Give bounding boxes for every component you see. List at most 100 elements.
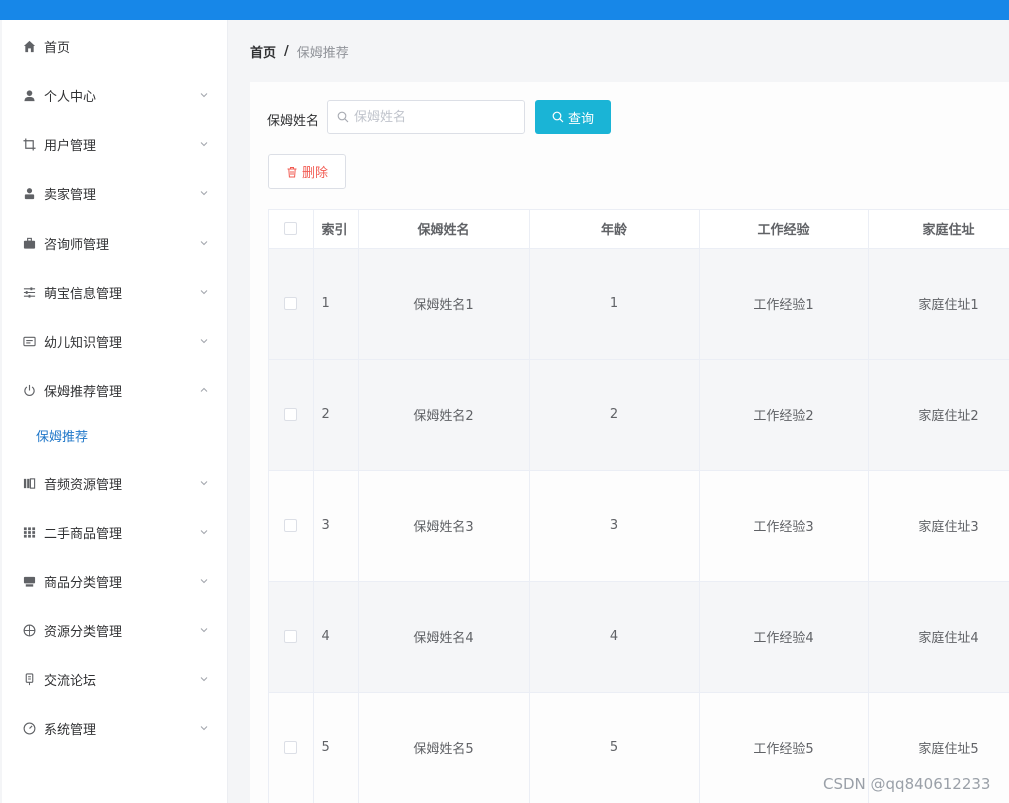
cell-age: 1: [529, 248, 700, 360]
sidebar-item-audio-resource-management[interactable]: 音频资源管理: [2, 463, 228, 503]
sidebar-subitem-label: 保姆推荐: [36, 429, 89, 445]
chevron-down-icon: [200, 142, 208, 147]
search-label: 保姆姓名: [267, 114, 320, 129]
cell-name: 保姆姓名4: [358, 581, 530, 693]
sidebar-item-label: 资源分类管理: [44, 624, 123, 640]
sidebar-item-forum[interactable]: 交流论坛: [2, 659, 228, 699]
cell-age: 4: [529, 581, 700, 693]
sidebar-item-label: 用户管理: [44, 138, 97, 154]
row-checkbox[interactable]: [284, 741, 298, 754]
chevron-down-icon: [200, 290, 208, 295]
row-checkbox[interactable]: [284, 408, 298, 421]
forum-icon: [22, 672, 36, 686]
delete-button[interactable]: 删除: [268, 154, 346, 189]
grid-icon: [22, 525, 36, 539]
cell-index: 4: [313, 581, 359, 693]
sidebar-item-counselor-management[interactable]: 咨询师管理: [2, 223, 228, 263]
sidebar-item-label: 保姆推荐管理: [44, 384, 123, 400]
query-button-label: 查询: [567, 111, 594, 127]
cell-index: 3: [313, 470, 359, 582]
row-select-cell[interactable]: [269, 692, 314, 803]
column-header-address: 家庭住址: [868, 210, 1009, 249]
table-row[interactable]: 3 保姆姓名3 3 工作经验3 家庭住址3: [269, 470, 1009, 582]
chevron-down-icon: [200, 339, 208, 344]
sidebar-item-label: 卖家管理: [44, 187, 97, 203]
chevron-down-icon: [200, 481, 208, 486]
table-row[interactable]: 4 保姆姓名4 4 工作经验4 家庭住址4: [269, 581, 1009, 693]
select-all-cell[interactable]: [269, 210, 314, 249]
sidebar-item-personal-center[interactable]: 个人中心: [2, 75, 228, 115]
sidebar-menu: 首页 个人中心 用户管理 卖家管理 咨询师管理 萌宝信息管理 幼儿知识管理 保姆…: [2, 20, 228, 803]
chevron-down-icon: [200, 530, 208, 535]
sidebar-item-label: 二手商品管理: [44, 526, 123, 542]
cell-experience: 工作经验1: [699, 248, 869, 360]
cell-name: 保姆姓名3: [358, 470, 530, 582]
sidebar-item-user-management[interactable]: 用户管理: [2, 124, 228, 164]
card-icon: [22, 334, 36, 348]
sidebar-item-secondhand-goods-management[interactable]: 二手商品管理: [2, 512, 228, 552]
chevron-down-icon: [200, 628, 208, 633]
sidebar-item-home[interactable]: 首页: [2, 26, 228, 66]
search-field[interactable]: [327, 100, 525, 134]
select-all-checkbox[interactable]: [284, 222, 298, 236]
sidebar-item-label: 系统管理: [44, 722, 97, 738]
sidebar-item-product-category-management[interactable]: 商品分类管理: [2, 561, 228, 601]
cell-age: 5: [529, 692, 700, 803]
sidebar-item-baby-info-management[interactable]: 萌宝信息管理: [2, 272, 228, 312]
delete-button-label: 删除: [301, 166, 328, 181]
cell-experience: 工作经验4: [699, 581, 869, 693]
gauge-icon: [22, 721, 36, 735]
breadcrumb: 首页 / 保姆推荐: [250, 42, 349, 61]
chevron-down-icon: [200, 677, 208, 682]
breadcrumb-current: 保姆推荐: [296, 46, 349, 61]
seller-icon: [22, 186, 36, 200]
home-icon: [22, 39, 36, 53]
sidebar-item-label: 幼儿知识管理: [44, 335, 123, 351]
chevron-down-icon: [200, 191, 208, 196]
cell-experience: 工作经验3: [699, 470, 869, 582]
data-table-container: 索引 保姆姓名 年龄 工作经验 家庭住址 1 保姆姓名1 1 工作经验1 家庭住…: [268, 209, 1009, 803]
row-checkbox[interactable]: [284, 519, 298, 532]
cell-address: 家庭住址2: [868, 359, 1009, 471]
sidebar-subitem-nanny-recommendation[interactable]: 保姆推荐: [2, 420, 228, 450]
query-button[interactable]: 查询: [535, 100, 611, 134]
sidebar-item-resource-category-management[interactable]: 资源分类管理: [2, 610, 228, 650]
row-select-cell[interactable]: [269, 470, 314, 582]
data-table: 索引 保姆姓名 年龄 工作经验 家庭住址 1 保姆姓名1 1 工作经验1 家庭住…: [269, 210, 1009, 803]
crop-icon: [22, 137, 36, 151]
cell-index: 1: [313, 248, 359, 360]
column-header-experience: 工作经验: [699, 210, 869, 249]
row-checkbox[interactable]: [284, 297, 298, 310]
sidebar-item-label: 个人中心: [44, 89, 97, 105]
chevron-down-icon: [200, 241, 208, 246]
sidebar-item-seller-management[interactable]: 卖家管理: [2, 173, 228, 213]
top-header-bar: [0, 0, 1009, 20]
row-select-cell[interactable]: [269, 581, 314, 693]
main-content: 首页 / 保姆推荐 保姆姓名 查询 删除 索引: [229, 20, 1009, 803]
sidebar-item-child-knowledge-management[interactable]: 幼儿知识管理: [2, 321, 228, 361]
power-icon: [22, 383, 36, 397]
sidebar-item-nanny-recommendation-management[interactable]: 保姆推荐管理: [2, 370, 228, 410]
globe-icon: [22, 623, 36, 637]
row-select-cell[interactable]: [269, 248, 314, 360]
search-input[interactable]: [354, 102, 514, 132]
sidebar-item-label: 商品分类管理: [44, 575, 123, 591]
table-row[interactable]: 2 保姆姓名2 2 工作经验2 家庭住址2: [269, 359, 1009, 471]
watermark-text: CSDN @qq840612233: [823, 775, 991, 793]
sliders-icon: [22, 285, 36, 299]
list-panel: 保姆姓名 查询 删除 索引 保姆姓名: [250, 82, 1009, 803]
chevron-down-icon: [200, 93, 208, 98]
category-icon: [22, 574, 36, 588]
cell-address: 家庭住址4: [868, 581, 1009, 693]
chevron-down-icon: [200, 579, 208, 584]
breadcrumb-home[interactable]: 首页: [250, 42, 276, 61]
briefcase-icon: [22, 236, 36, 250]
chevron-up-icon: [200, 387, 208, 392]
cell-address: 家庭住址1: [868, 248, 1009, 360]
table-row[interactable]: 1 保姆姓名1 1 工作经验1 家庭住址1: [269, 248, 1009, 360]
sidebar-item-label: 咨询师管理: [44, 237, 110, 253]
sidebar-item-label: 交流论坛: [44, 673, 97, 689]
row-checkbox[interactable]: [284, 630, 298, 643]
row-select-cell[interactable]: [269, 359, 314, 471]
sidebar-item-system-management[interactable]: 系统管理: [2, 708, 228, 748]
